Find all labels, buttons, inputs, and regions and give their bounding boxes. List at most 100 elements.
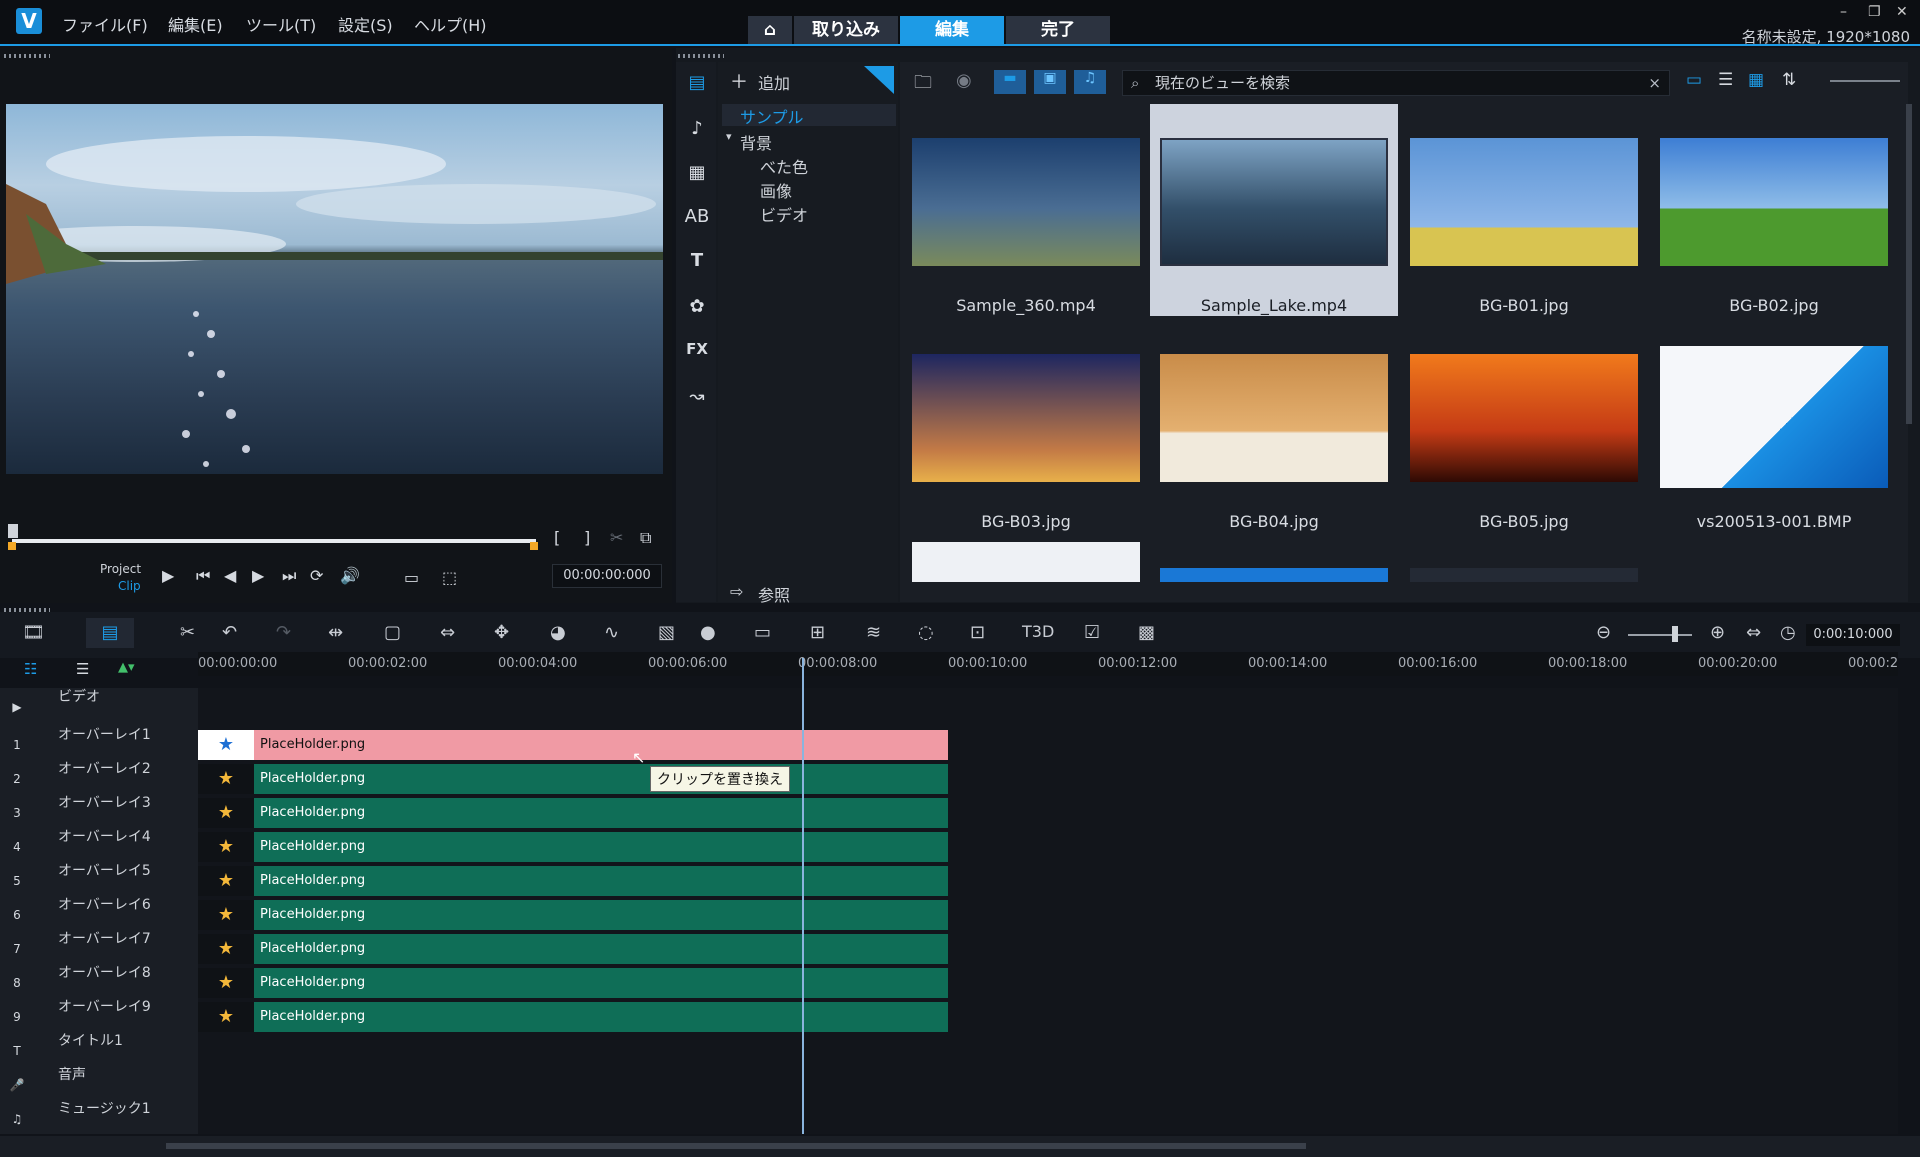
tree-item-solid[interactable]: べた色	[760, 154, 808, 178]
timecode-field[interactable]: 00:00:00:000	[552, 564, 662, 588]
template-icon[interactable]: ▩	[1138, 622, 1155, 643]
browse-icon[interactable]: ⇨	[730, 582, 743, 601]
overlay-clip[interactable]: ★ PlaceHolder.png	[198, 866, 948, 896]
view-thumbnail-icon[interactable]: ▭	[1686, 70, 1702, 90]
play-icon[interactable]: ▶	[162, 566, 174, 585]
search-input[interactable]: ⌕ 現在のビューを検索 ×	[1122, 70, 1670, 96]
selected-overlay-clip[interactable]: ★ PlaceHolder.png	[198, 730, 948, 760]
tab-share[interactable]: 完了	[1006, 16, 1110, 44]
aspect-ratio-icon[interactable]: ▭	[404, 568, 419, 587]
crop-icon[interactable]: ▢	[384, 622, 401, 643]
3d-title-icon[interactable]: T3D	[1022, 622, 1054, 641]
mark-out-button[interactable]: ]	[584, 528, 590, 547]
tree-item-background[interactable]: 背景	[740, 130, 772, 154]
record-icon[interactable]: ◉	[956, 70, 972, 91]
restore-button[interactable]: ❐	[1868, 4, 1881, 20]
go-end-icon[interactable]: ⏭	[282, 566, 296, 586]
playhead[interactable]	[802, 658, 804, 1134]
trim-start-marker[interactable]	[8, 542, 16, 550]
fx-icon[interactable]: FX	[683, 340, 711, 358]
add-icon[interactable]: ＋	[730, 68, 748, 94]
overlay-clip[interactable]: ★ PlaceHolder.png	[198, 934, 948, 964]
filter-image-button[interactable]: ▣	[1034, 70, 1066, 94]
clip-mode-label[interactable]: Clip	[118, 579, 141, 593]
undo-icon[interactable]: ↶	[222, 622, 237, 643]
browse-label[interactable]: 参照	[758, 582, 790, 606]
menu-settings[interactable]: 設定(S)	[338, 12, 393, 36]
split-screen-icon[interactable]: ⊞	[810, 622, 825, 643]
tree-expand-icon[interactable]: ▾	[726, 130, 732, 143]
add-marker-icon[interactable]: ▲▾	[118, 660, 135, 675]
overlay-clip[interactable]: ★ PlaceHolder.png	[198, 900, 948, 930]
mark-in-button[interactable]: [	[554, 528, 560, 547]
go-start-icon[interactable]: ⏮	[196, 566, 210, 586]
menu-edit[interactable]: 編集(E)	[168, 12, 223, 36]
thumbnail-partial[interactable]	[1410, 568, 1638, 582]
thumbnail-item[interactable]: BG-B03.jpg	[902, 320, 1150, 534]
blend-icon[interactable]: ●	[700, 622, 716, 643]
tree-item-image[interactable]: 画像	[760, 178, 792, 202]
storyboard-view-icon[interactable]: 🎞	[22, 622, 45, 643]
timeline-view-button[interactable]: ▤	[86, 618, 134, 648]
gallery-scrollbar[interactable]	[1906, 104, 1912, 424]
scrubber-handle[interactable]	[8, 524, 18, 538]
sort-icon[interactable]: ⇅	[1782, 70, 1796, 90]
audio-wave-icon[interactable]: ∿	[604, 622, 619, 643]
minimize-button[interactable]: –	[1840, 4, 1847, 20]
checklist-icon[interactable]: ☑	[1084, 622, 1100, 643]
thumbnail-item[interactable]: BG-B05.jpg	[1400, 320, 1648, 534]
library-grip[interactable]	[678, 54, 724, 58]
thumbnail-partial[interactable]	[1160, 568, 1388, 582]
motion-track-icon[interactable]: ▧	[658, 622, 675, 643]
zoom-slider-handle[interactable]	[1672, 626, 1678, 642]
overlay-clip[interactable]: ★ PlaceHolder.png	[198, 798, 948, 828]
fit-timeline-icon[interactable]: ⇔	[1746, 622, 1761, 643]
scrubber-track[interactable]	[12, 539, 536, 543]
panel-grip[interactable]	[4, 54, 50, 58]
transition-icon[interactable]: ▦	[683, 162, 711, 183]
thumbnail-item[interactable]: BG-B01.jpg	[1400, 104, 1648, 318]
tab-edit[interactable]: 編集	[900, 16, 1004, 44]
chapter-icon[interactable]: ☰	[76, 660, 89, 678]
volume-icon[interactable]: 🔊	[340, 566, 360, 585]
project-mode-label[interactable]: Project	[100, 562, 141, 576]
trim-end-marker[interactable]	[530, 542, 538, 550]
media-library-icon[interactable]: ▤	[683, 72, 711, 93]
overlay-clip[interactable]: ★ PlaceHolder.png	[198, 968, 948, 998]
clear-search-icon[interactable]: ×	[1648, 71, 1661, 95]
redo-icon[interactable]: ↷	[276, 622, 291, 643]
filter-audio-button[interactable]: ♫	[1074, 70, 1106, 94]
speed-icon[interactable]: ≋	[866, 622, 881, 643]
view-grid-icon[interactable]: ▦	[1748, 70, 1764, 90]
graphics-icon[interactable]: ✿	[683, 296, 711, 317]
mask-icon[interactable]: ◌	[918, 622, 934, 643]
clock-icon[interactable]: ◷	[1780, 622, 1796, 643]
menu-help[interactable]: ヘルプ(H)	[414, 12, 487, 36]
menu-tools[interactable]: ツール(T)	[246, 12, 316, 36]
tools-icon[interactable]: ✂	[180, 622, 195, 643]
enlarge-preview-icon[interactable]: ⧉	[640, 528, 651, 548]
thumbnail-item[interactable]: BG-B02.jpg	[1650, 104, 1898, 318]
path-icon[interactable]: ↝	[683, 386, 711, 407]
overlay-clip[interactable]: ★ PlaceHolder.png	[198, 832, 948, 862]
scissors-icon[interactable]: ✂	[610, 528, 623, 547]
thumbnail-item[interactable]: Sample_360.mp4	[902, 104, 1150, 318]
zoom-slider[interactable]	[1628, 634, 1692, 636]
thumbnail-partial[interactable]	[912, 542, 1140, 582]
title-icon[interactable]: T	[683, 250, 711, 271]
timeline-scrollbar[interactable]	[166, 1143, 1306, 1149]
fit-project-icon[interactable]: ⇹	[328, 622, 343, 643]
tree-item-sample[interactable]: サンプル	[722, 104, 896, 127]
repeat-icon[interactable]: ⟳	[310, 566, 323, 585]
title-ab-icon[interactable]: AB	[683, 206, 711, 227]
split-icon[interactable]: ⇔	[440, 622, 455, 643]
zoom-out-icon[interactable]: ⊖	[1596, 622, 1611, 643]
thumbnail-item[interactable]: vs200513-001.BMP	[1650, 320, 1898, 534]
add-folder-label[interactable]: 追加	[758, 70, 790, 94]
snapshot-icon[interactable]: ⬚	[442, 568, 457, 587]
import-folder-icon[interactable]: 🗀	[914, 70, 932, 100]
thumbnail-item[interactable]: BG-B04.jpg	[1150, 320, 1398, 534]
timeline-ruler[interactable]	[198, 652, 1898, 676]
tree-item-video[interactable]: ビデオ	[760, 202, 808, 226]
overlay-clip[interactable]: ★ PlaceHolder.png	[198, 764, 948, 794]
